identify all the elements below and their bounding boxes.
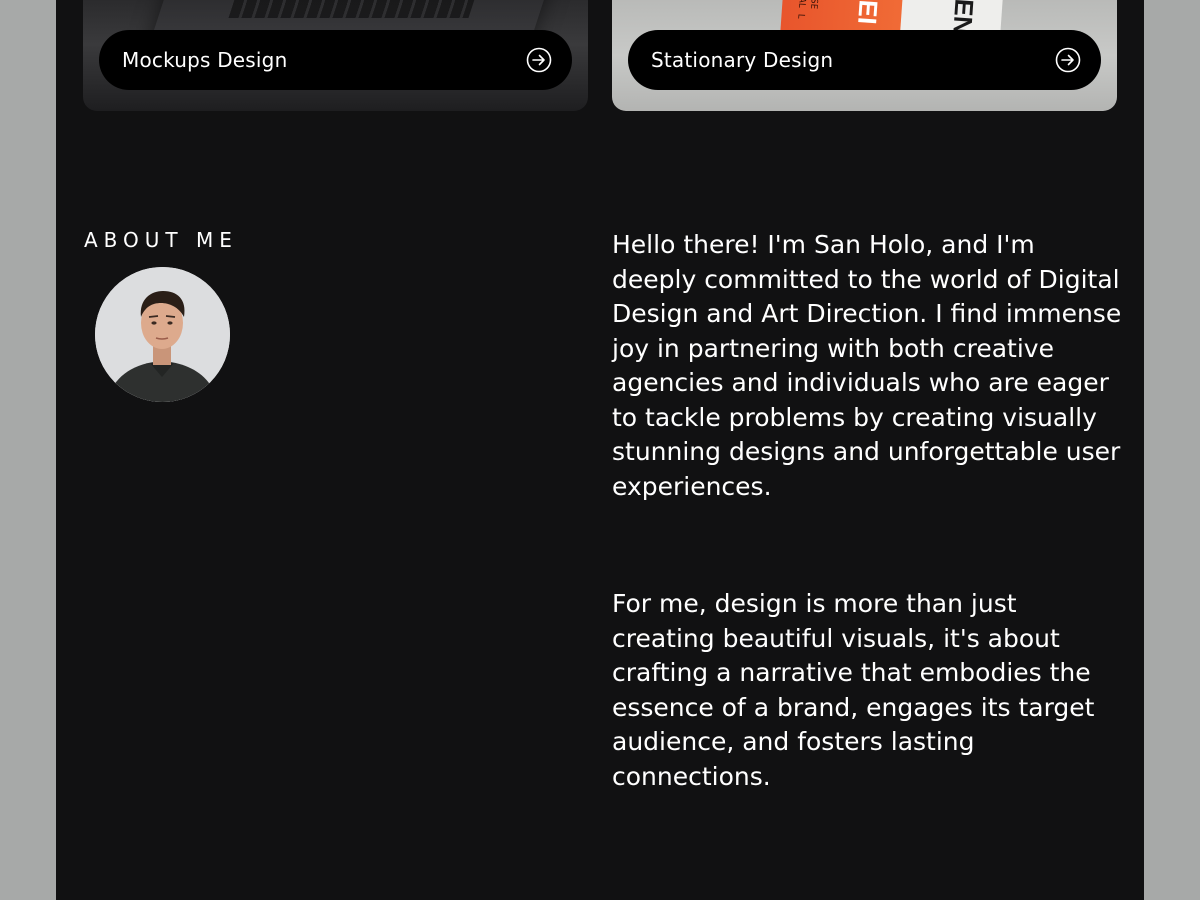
- about-me-heading: ABOUT ME: [84, 228, 238, 252]
- stationary-design-button[interactable]: Stationary Design: [628, 30, 1101, 90]
- paper-big-text-1: EI: [852, 0, 884, 26]
- stationary-design-card[interactable]: ROYAL L JERSE EI ENN Stationary Design: [612, 0, 1117, 111]
- laptop-keyboard-image: [228, 0, 478, 18]
- arrow-right-circle-icon[interactable]: [1055, 47, 1081, 73]
- mockups-design-button[interactable]: Mockups Design: [99, 30, 572, 90]
- avatar: [95, 267, 230, 402]
- paper-small-text-1: ROYAL L: [795, 0, 808, 20]
- about-paragraph-1: Hello there! I'm San Holo, and I'm deepl…: [612, 230, 1122, 501]
- page-container: Mockups Design ROYAL L JERSE EI ENN Stat…: [56, 0, 1144, 900]
- mockups-design-card[interactable]: Mockups Design: [83, 0, 588, 111]
- about-paragraph-2: For me, design is more than just creatin…: [612, 589, 1095, 791]
- arrow-right-circle-icon[interactable]: [526, 47, 552, 73]
- stationary-design-label: Stationary Design: [651, 48, 834, 72]
- paper-small-text-2: JERSE: [808, 0, 820, 9]
- mockups-design-label: Mockups Design: [122, 48, 288, 72]
- avatar-portrait-image: [95, 267, 230, 402]
